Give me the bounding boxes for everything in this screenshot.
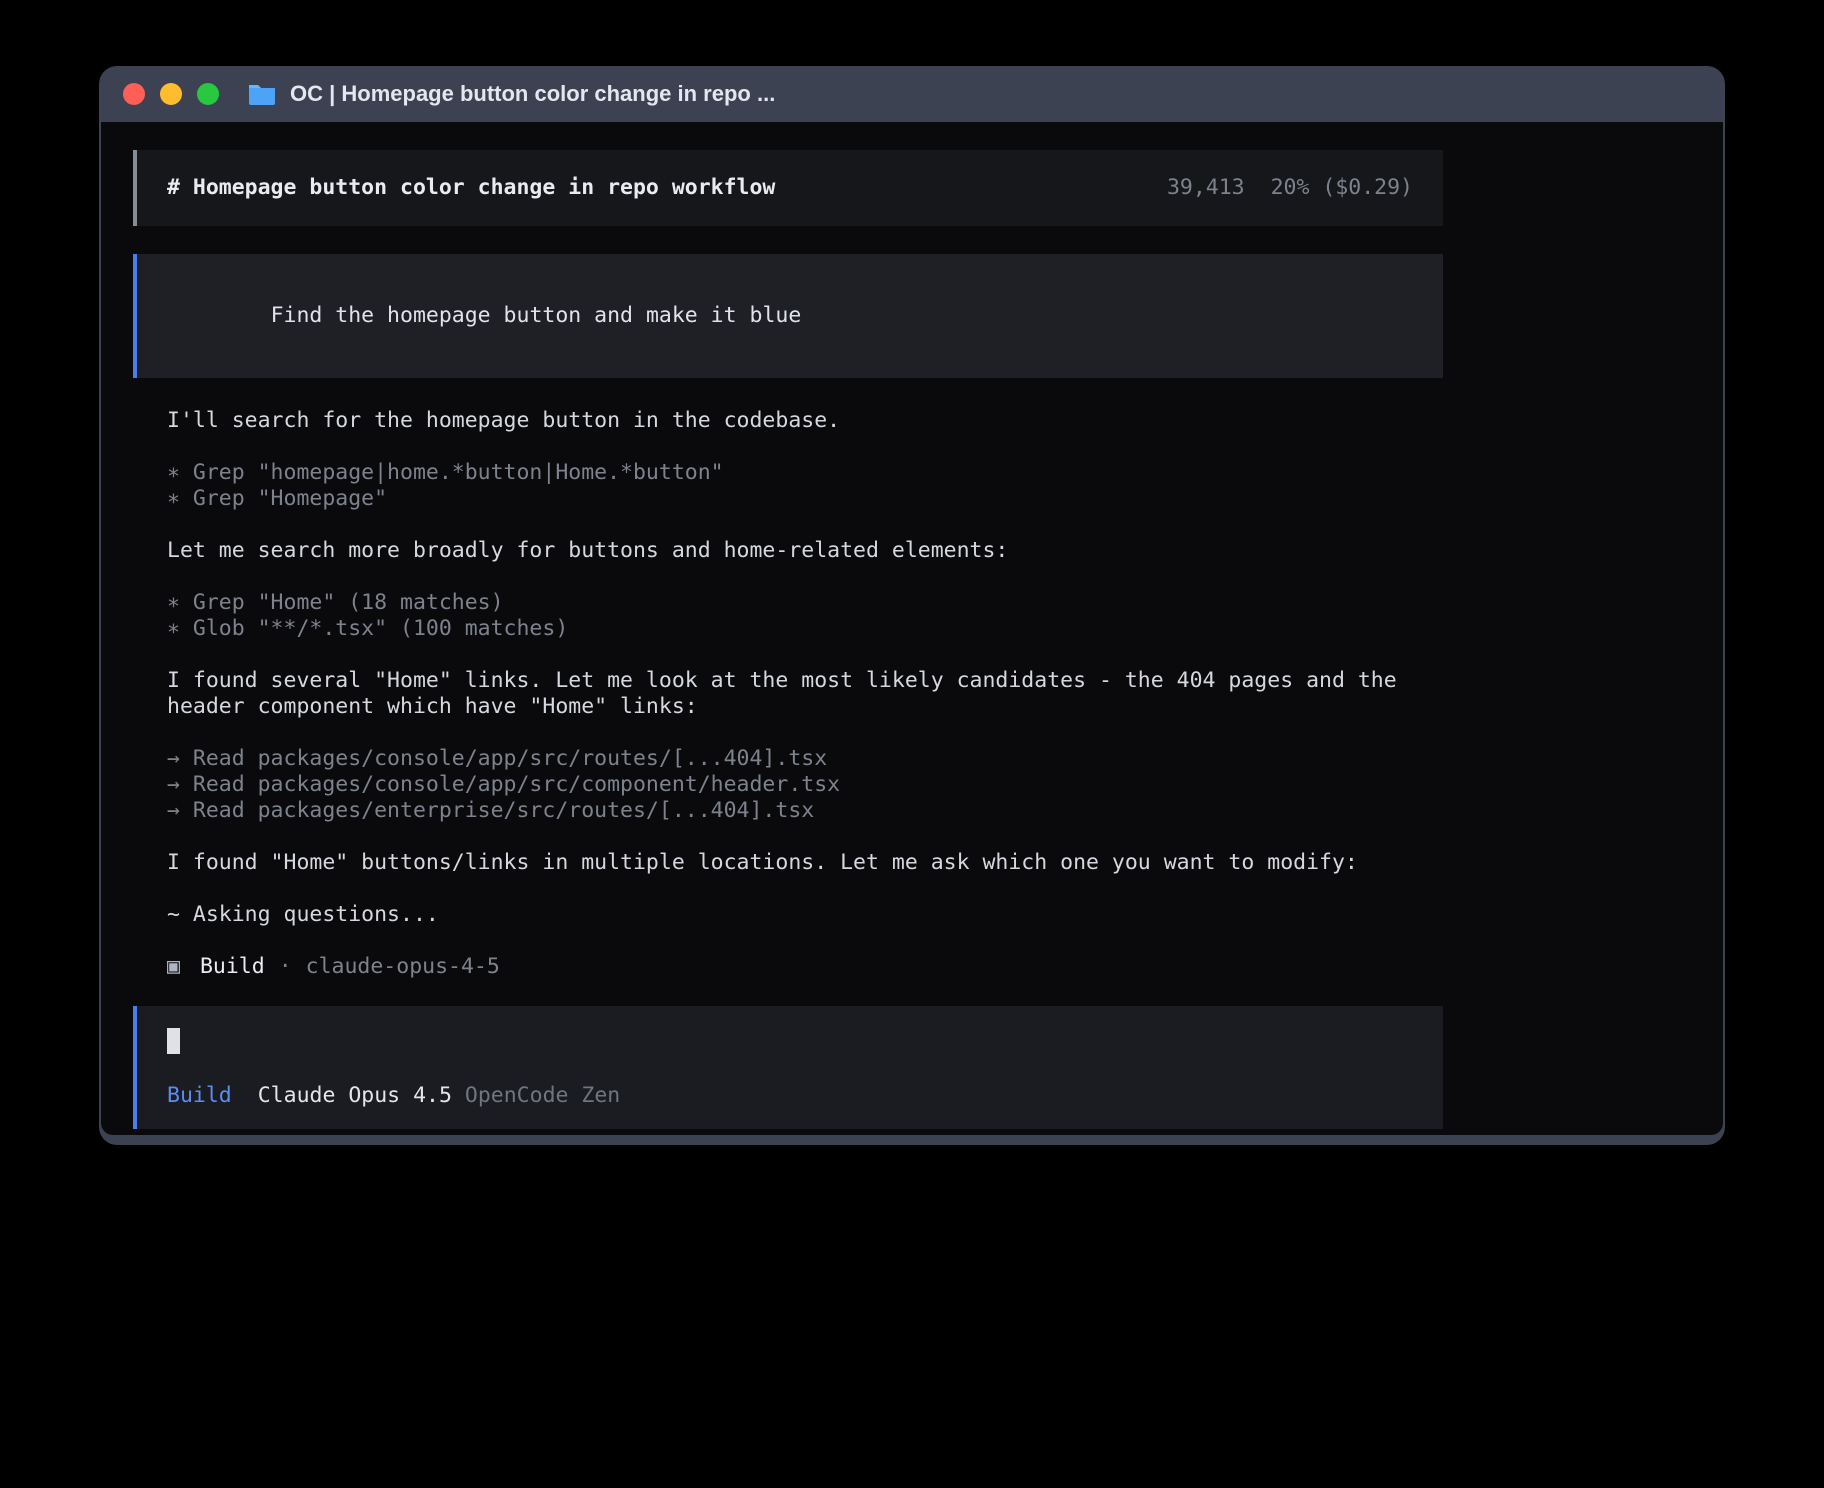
conversation: I'll search for the homepage button in t… — [167, 408, 1407, 980]
context-cost: 20% ($0.29) — [1271, 175, 1413, 201]
zoom-button[interactable] — [197, 83, 219, 105]
input-agent-label: Build — [167, 1083, 232, 1109]
assistant-message: I'll search for the homepage button in t… — [167, 408, 1407, 434]
token-count: 39,413 — [1167, 175, 1245, 201]
prompt-input[interactable]: Build Claude Opus 4.5 OpenCode Zen — [133, 1006, 1443, 1129]
titlebar: OC | Homepage button color change in rep… — [101, 66, 1723, 122]
status-line: ~ Asking questions... — [167, 902, 1407, 928]
folder-icon — [247, 82, 277, 106]
separator-dot: · — [279, 954, 292, 980]
tool-call-grep: ∗ Grep "Homepage" — [167, 486, 1407, 512]
window-controls — [123, 83, 219, 105]
tool-call-grep: ∗ Grep "Home" (18 matches) — [167, 590, 1407, 616]
session-header: # Homepage button color change in repo w… — [133, 150, 1443, 226]
tui-content: # Homepage button color change in repo w… — [133, 150, 1443, 1135]
terminal-body: # Homepage button color change in repo w… — [101, 122, 1723, 1135]
input-provider-label: OpenCode Zen — [465, 1083, 620, 1109]
terminal-window: OC | Homepage button color change in rep… — [99, 66, 1725, 1145]
agent-model: claude-opus-4-5 — [306, 954, 500, 980]
tool-call-read: → Read packages/console/app/src/componen… — [167, 772, 1407, 798]
window-title: OC | Homepage button color change in rep… — [290, 81, 775, 107]
agent-name: Build — [200, 954, 265, 980]
agent-icon: ▣ — [167, 954, 180, 980]
user-message-text: Find the homepage button and make it blu… — [271, 303, 802, 328]
user-message: Find the homepage button and make it blu… — [133, 254, 1443, 378]
tool-call-glob: ∗ Glob "**/*.tsx" (100 matches) — [167, 616, 1407, 642]
session-title: # Homepage button color change in repo w… — [167, 175, 775, 201]
tool-call-read: → Read packages/console/app/src/routes/[… — [167, 746, 1407, 772]
close-button[interactable] — [123, 83, 145, 105]
tool-call-grep: ∗ Grep "homepage|home.*button|Home.*butt… — [167, 460, 1407, 486]
input-status-bar: Build Claude Opus 4.5 OpenCode Zen — [167, 1083, 1413, 1109]
text-cursor — [167, 1028, 180, 1054]
assistant-message: Let me search more broadly for buttons a… — [167, 538, 1407, 564]
agent-status-line: ▣ Build · claude-opus-4-5 — [167, 954, 1407, 980]
session-stats: 39,413 20% ($0.29) — [1167, 175, 1413, 201]
assistant-message: I found "Home" buttons/links in multiple… — [167, 850, 1407, 876]
tool-call-read: → Read packages/enterprise/src/routes/[.… — [167, 798, 1407, 824]
input-model-label: Claude Opus 4.5 — [258, 1083, 452, 1109]
assistant-message: I found several "Home" links. Let me loo… — [167, 668, 1407, 720]
minimize-button[interactable] — [160, 83, 182, 105]
